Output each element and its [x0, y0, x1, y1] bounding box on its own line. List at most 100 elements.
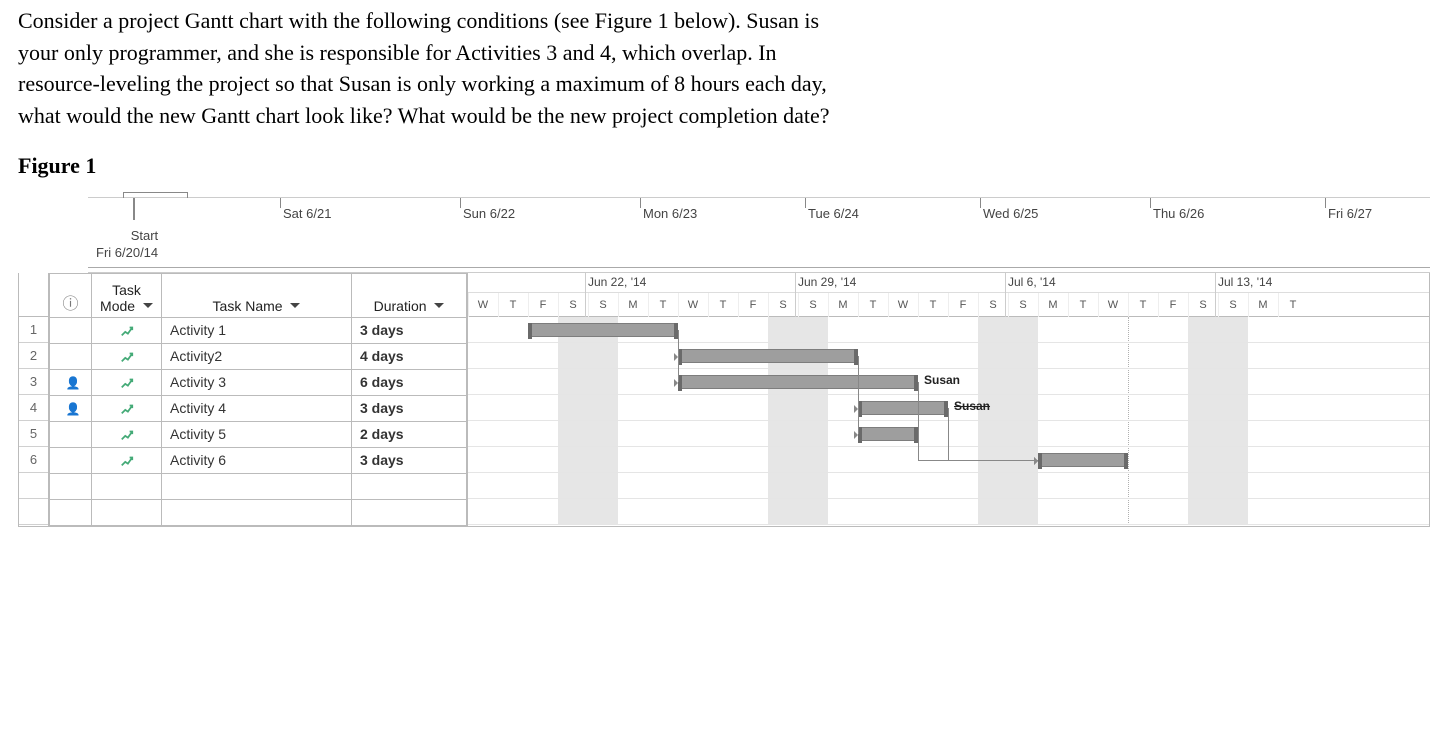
chevron-down-icon	[434, 303, 444, 313]
gantt-bar[interactable]	[1038, 453, 1128, 467]
gantt-bar[interactable]	[528, 323, 678, 337]
month-label: Jul 13, '14	[1218, 275, 1272, 289]
duration-cell[interactable]: 4 days	[352, 343, 467, 369]
resource-label: Susan	[954, 399, 990, 413]
row-number-column: 123456	[19, 273, 49, 526]
today-marker	[133, 198, 135, 220]
day-letter: W	[888, 293, 918, 317]
dependency-link	[948, 408, 949, 460]
day-letter: M	[618, 293, 648, 317]
day-letter: S	[978, 293, 1008, 317]
gantt-area: 123456 ⓘ TaskMode Task Name Duration Act…	[18, 273, 1430, 527]
table-row[interactable]: Activity 13 days	[50, 317, 467, 343]
task-table: ⓘ TaskMode Task Name Duration Activity 1…	[49, 273, 467, 526]
day-letter: T	[918, 293, 948, 317]
gantt-bar[interactable]	[858, 401, 948, 415]
duration-cell[interactable]: 3 days	[352, 395, 467, 421]
row-number[interactable]: 4	[19, 395, 48, 421]
table-row[interactable]	[50, 473, 467, 499]
day-letter: W	[1098, 293, 1128, 317]
day-letter: M	[1038, 293, 1068, 317]
table-row[interactable]: 👤 Activity 36 days	[50, 369, 467, 395]
table-row[interactable]: Activity 63 days	[50, 447, 467, 473]
timeline-day-label: Thu 6/26	[1153, 206, 1204, 221]
chart-row	[468, 317, 1429, 343]
task-name-cell[interactable]: Activity 1	[162, 317, 352, 343]
auto-schedule-icon	[120, 376, 134, 390]
timeline-day-label: Sat 6/21	[283, 206, 331, 221]
col-task-mode[interactable]: TaskMode	[92, 273, 162, 317]
info-icon: ⓘ	[62, 296, 78, 313]
row-number[interactable]: 5	[19, 421, 48, 447]
chart-row	[468, 343, 1429, 369]
gantt-chart: Jun 22, '14Jun 29, '14Jul 6, '14Jul 13, …	[467, 273, 1429, 526]
day-letter: T	[1128, 293, 1158, 317]
day-letter: T	[498, 293, 528, 317]
auto-schedule-icon	[120, 402, 134, 416]
col-info[interactable]: ⓘ	[50, 273, 92, 317]
day-letter: T	[1278, 293, 1308, 317]
day-letter: S	[1218, 293, 1248, 317]
day-letter: S	[1008, 293, 1038, 317]
table-row[interactable]	[50, 499, 467, 525]
duration-cell[interactable]: 3 days	[352, 447, 467, 473]
gantt-bar[interactable]	[858, 427, 918, 441]
day-letter: F	[948, 293, 978, 317]
figure-title: Figure 1	[18, 153, 1430, 179]
auto-schedule-icon	[120, 428, 134, 442]
table-row[interactable]: Activity 52 days	[50, 421, 467, 447]
question-line-4: what would the new Gantt chart look like…	[18, 101, 1430, 131]
chart-body: Susan Susan	[468, 317, 1429, 525]
dependency-link	[918, 460, 1038, 461]
day-letter: W	[468, 293, 498, 317]
dependency-link	[858, 356, 859, 434]
resource-overallocation-icon: 👤	[66, 402, 76, 416]
resource-label: Susan	[924, 373, 960, 387]
duration-cell[interactable]: 6 days	[352, 369, 467, 395]
row-number[interactable]: 6	[19, 447, 48, 473]
duration-cell[interactable]: 3 days	[352, 317, 467, 343]
row-number[interactable]: 3	[19, 369, 48, 395]
day-letter: T	[858, 293, 888, 317]
arrowhead-icon	[1034, 457, 1042, 465]
day-letter: S	[1188, 293, 1218, 317]
month-label: Jun 29, '14	[798, 275, 856, 289]
table-row[interactable]: Activity24 days	[50, 343, 467, 369]
row-number[interactable]: 1	[19, 317, 48, 343]
task-name-cell[interactable]: Activity 5	[162, 421, 352, 447]
timeline-start-label: Start Fri 6/20/14	[96, 228, 158, 262]
col-duration[interactable]: Duration	[352, 273, 467, 317]
day-letter: M	[828, 293, 858, 317]
resource-overallocation-icon: 👤	[66, 376, 76, 390]
question-line-3: resource-leveling the project so that Su…	[18, 69, 1430, 99]
day-letter: F	[528, 293, 558, 317]
task-name-cell[interactable]: Activity 4	[162, 395, 352, 421]
timeline: Start Fri 6/20/14 Sat 6/21 Sun 6/22 Mon 6/…	[88, 197, 1430, 273]
timeline-day-label: Sun 6/22	[463, 206, 515, 221]
task-name-cell[interactable]: Activity 6	[162, 447, 352, 473]
question-line-2: your only programmer, and she is respons…	[18, 38, 1430, 68]
col-task-name[interactable]: Task Name	[162, 273, 352, 317]
dependency-link	[678, 330, 679, 382]
timeline-day-label: Fri 6/27	[1328, 206, 1372, 221]
timeline-day-label: Wed 6/25	[983, 206, 1038, 221]
auto-schedule-icon	[120, 454, 134, 468]
timeline-day-label: Mon 6/23	[643, 206, 697, 221]
day-letter: S	[588, 293, 618, 317]
dependency-link	[918, 434, 919, 460]
gantt-bar[interactable]	[678, 375, 918, 389]
start-date: Fri 6/20/14	[96, 245, 158, 262]
day-letter: S	[798, 293, 828, 317]
question-text: Consider a project Gantt chart with the …	[18, 6, 1430, 131]
table-row[interactable]: 👤 Activity 43 days	[50, 395, 467, 421]
auto-schedule-icon	[120, 324, 134, 338]
chevron-down-icon	[143, 303, 153, 313]
row-number[interactable]: 2	[19, 343, 48, 369]
chart-header: Jun 22, '14Jun 29, '14Jul 6, '14Jul 13, …	[468, 273, 1429, 317]
gantt-bar[interactable]	[678, 349, 858, 363]
day-letter: S	[768, 293, 798, 317]
task-name-cell[interactable]: Activity2	[162, 343, 352, 369]
task-name-cell[interactable]: Activity 3	[162, 369, 352, 395]
month-label: Jul 6, '14	[1008, 275, 1056, 289]
duration-cell[interactable]: 2 days	[352, 421, 467, 447]
